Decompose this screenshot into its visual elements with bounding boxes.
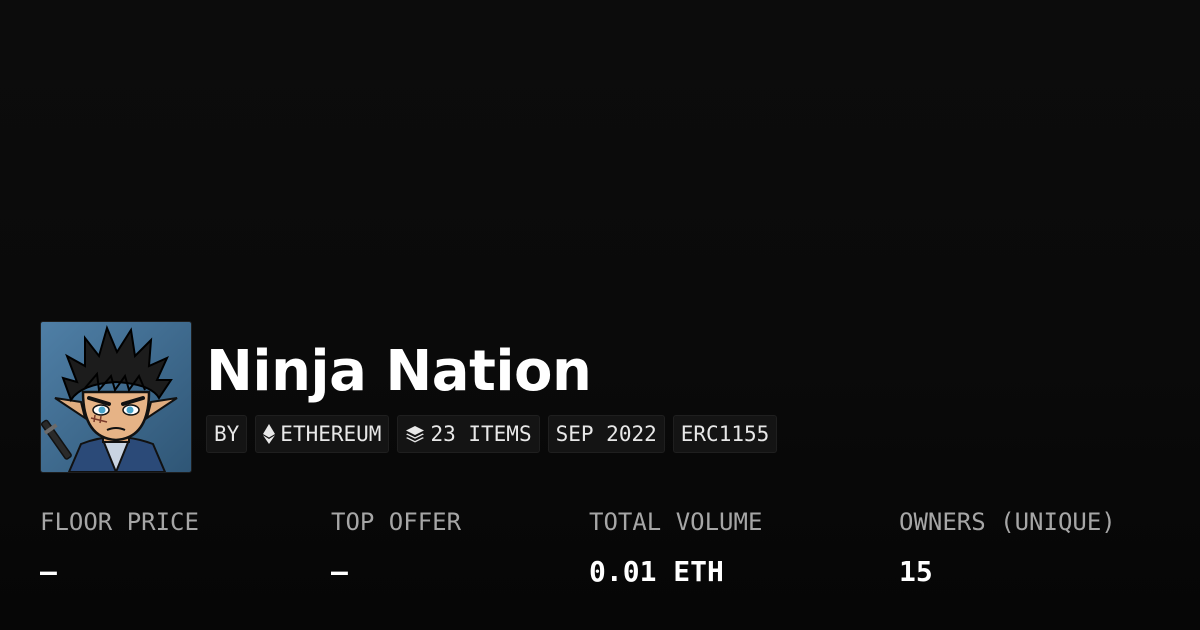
collection-share-card: Ninja Nation BY ETHEREUM 23 ITEMS SEP 20… [0,0,1200,630]
stat-label: FLOOR PRICE [40,508,199,536]
stat-total-volume: TOTAL VOLUME 0.01 ETH [589,505,762,589]
collection-avatar [40,321,192,473]
stat-label: TOP OFFER [331,508,462,536]
collection-title: Ninja Nation [206,339,592,404]
tag-items[interactable]: 23 ITEMS [397,415,540,453]
stat-value: – [331,555,348,588]
layers-icon [405,425,425,443]
tag-created-date: SEP 2022 [547,415,665,453]
tag-creator[interactable]: BY [206,415,248,453]
tag-chain[interactable]: ETHEREUM [255,415,390,453]
stat-label: TOTAL VOLUME [589,508,763,536]
tag-token-standard: ERC1155 [672,415,778,453]
collection-tags: BY ETHEREUM 23 ITEMS SEP 2022 ERC1155 [206,415,778,453]
tag-label: ERC1155 [680,422,770,446]
stat-value: – [40,555,57,588]
tag-label: BY [214,422,240,446]
stat-owners: OWNERS (UNIQUE) 15 [899,505,1116,589]
tag-label: ETHEREUM [280,422,382,446]
ninja-avatar-image [41,322,191,472]
stat-value: 0.01 ETH [589,555,724,588]
tag-label: 23 ITEMS [430,422,532,446]
tag-label: SEP 2022 [555,422,657,446]
ethereum-icon [263,424,276,444]
stat-label: OWNERS (UNIQUE) [899,508,1116,536]
stat-value: 15 [899,555,933,588]
stat-floor-price: FLOOR PRICE – [40,505,199,589]
stat-top-offer: TOP OFFER – [331,505,461,589]
